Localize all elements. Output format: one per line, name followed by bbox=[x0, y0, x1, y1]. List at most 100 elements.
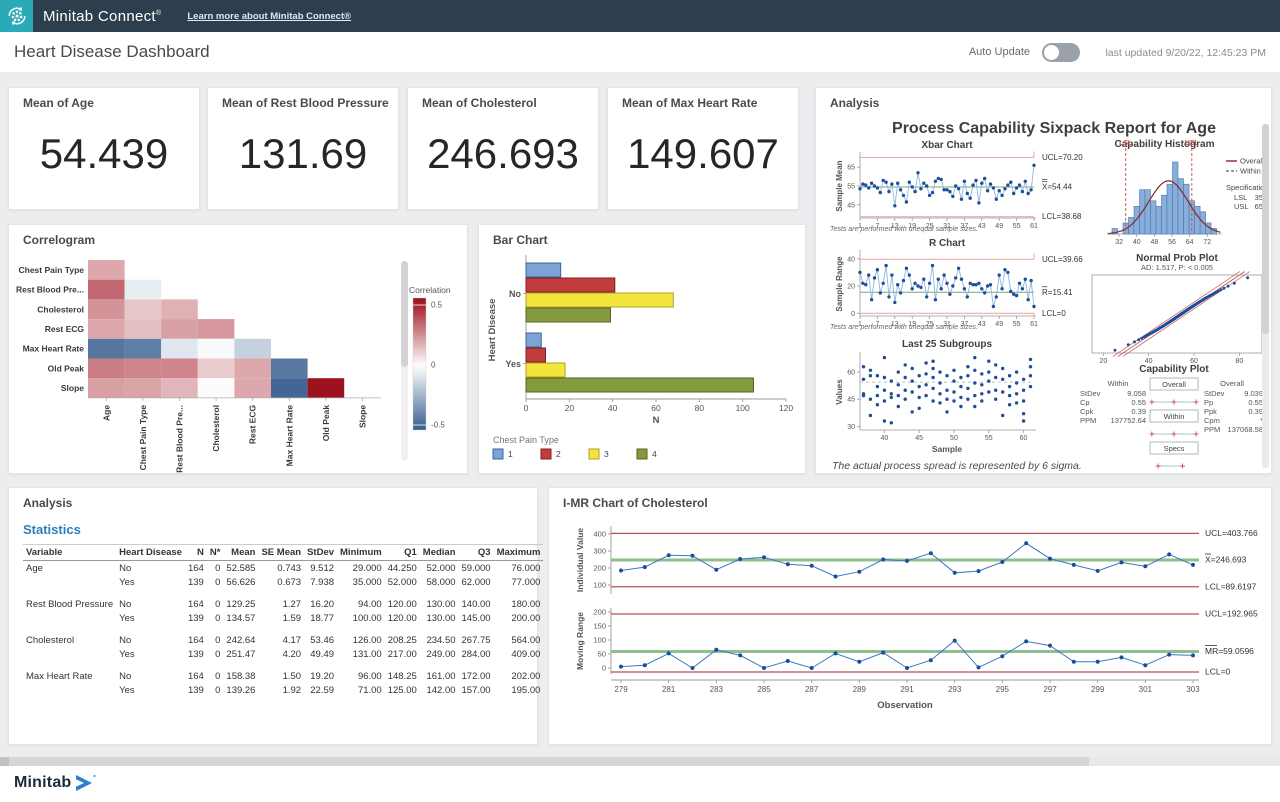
svg-text:R Chart: R Chart bbox=[929, 238, 966, 249]
svg-text:400: 400 bbox=[593, 530, 606, 539]
table-cell: Yes bbox=[116, 575, 185, 589]
correlogram-heatmap: Chest Pain TypeRest Blood Pre...Choleste… bbox=[9, 247, 465, 473]
svg-text:20: 20 bbox=[565, 403, 575, 413]
svg-text:Overall: Overall bbox=[1162, 380, 1186, 389]
svg-text:61: 61 bbox=[1030, 223, 1038, 230]
svg-text:45: 45 bbox=[847, 397, 855, 404]
table-cell: 16.20 bbox=[304, 597, 337, 611]
svg-text:StDev: StDev bbox=[1080, 389, 1101, 398]
auto-update-label: Auto Update bbox=[969, 46, 1030, 58]
column-header: N* bbox=[207, 545, 224, 561]
sync-gear-icon bbox=[6, 5, 28, 27]
svg-text:281: 281 bbox=[662, 685, 676, 694]
svg-text:Capability Plot: Capability Plot bbox=[1139, 364, 1209, 375]
minitab-footer-logo[interactable]: Minitab bbox=[14, 774, 99, 792]
table-cell: 139 bbox=[185, 611, 207, 625]
svg-text:LSL: LSL bbox=[1234, 193, 1247, 202]
scrollbar-thumb[interactable] bbox=[9, 757, 1089, 766]
last-updated-text: last updated 9/20/22, 12:45:23 PM bbox=[1105, 47, 1266, 59]
svg-text:50: 50 bbox=[598, 650, 606, 659]
svg-text:303: 303 bbox=[1186, 685, 1200, 694]
table-cell: 164 bbox=[185, 633, 207, 647]
svg-text:0.39: 0.39 bbox=[1248, 407, 1263, 416]
svg-text:Ppk: Ppk bbox=[1204, 407, 1217, 416]
svg-text:LSL: LSL bbox=[1119, 140, 1133, 147]
svg-text:0: 0 bbox=[602, 664, 606, 673]
scrollbar-thumb[interactable] bbox=[1262, 124, 1269, 334]
top-app-bar: Minitab Connect® Learn more about Minita… bbox=[0, 0, 1280, 32]
svg-text:Rest ECG: Rest ECG bbox=[45, 324, 85, 334]
svg-text:Slope: Slope bbox=[358, 405, 368, 428]
table-cell: 251.47 bbox=[223, 647, 258, 661]
page-footer: Minitab bbox=[0, 766, 1280, 802]
table-cell: 208.25 bbox=[385, 633, 420, 647]
table-cell: 234.50 bbox=[420, 633, 459, 647]
table-cell: Yes bbox=[116, 683, 185, 697]
svg-text:20: 20 bbox=[1099, 358, 1107, 365]
svg-text:55: 55 bbox=[1013, 223, 1021, 230]
svg-text:Slope: Slope bbox=[61, 383, 84, 393]
imr-chart-card: I-MR Chart of Cholesterol Individual Val… bbox=[548, 487, 1272, 745]
column-header: Heart Disease bbox=[116, 545, 185, 561]
svg-text:Within: Within bbox=[1164, 412, 1185, 421]
svg-text:55: 55 bbox=[847, 184, 855, 191]
table-cell: 71.00 bbox=[337, 683, 385, 697]
table-cell: 9.512 bbox=[304, 561, 337, 576]
table-cell: 29.000 bbox=[337, 561, 385, 576]
learn-more-link[interactable]: Learn more about Minitab Connect® bbox=[187, 11, 351, 22]
statistics-table: VariableHeart DiseaseNN*MeanSE MeanStDev… bbox=[23, 544, 543, 697]
horizontal-scrollbar[interactable] bbox=[0, 757, 1280, 766]
table-cell: 130.00 bbox=[420, 597, 459, 611]
table-cell: 120.00 bbox=[385, 611, 420, 625]
table-cell: 94.00 bbox=[337, 597, 385, 611]
auto-update-toggle[interactable] bbox=[1042, 43, 1080, 62]
svg-text:R=15.41: R=15.41 bbox=[1042, 288, 1073, 297]
svg-text:The actual process spread is r: The actual process spread is represented… bbox=[832, 460, 1082, 472]
table-cell: 19.20 bbox=[304, 669, 337, 683]
table-row: CholesterolNo1640242.644.1753.46126.0020… bbox=[23, 633, 543, 647]
table-cell: 18.77 bbox=[304, 611, 337, 625]
table-cell: 242.64 bbox=[223, 633, 258, 647]
svg-text:PPM: PPM bbox=[1204, 425, 1220, 434]
sixpack-scrollbar[interactable] bbox=[1262, 124, 1269, 468]
svg-text:0.55: 0.55 bbox=[1131, 398, 1146, 407]
svg-text:65: 65 bbox=[847, 165, 855, 172]
kpi-value: 54.439 bbox=[9, 130, 199, 178]
svg-text:55: 55 bbox=[1013, 321, 1021, 328]
table-cell: 0 bbox=[207, 669, 224, 683]
sixpack-report-chart: Process Capability Sixpack Report for Ag… bbox=[822, 114, 1265, 472]
svg-text:40: 40 bbox=[1133, 239, 1141, 246]
svg-text:285: 285 bbox=[757, 685, 771, 694]
scroll-left-button[interactable] bbox=[0, 757, 9, 766]
svg-text:137752.64: 137752.64 bbox=[1111, 416, 1146, 425]
kpi-value: 246.693 bbox=[408, 130, 598, 178]
svg-text:Cpk: Cpk bbox=[1080, 407, 1094, 416]
kpi-value: 131.69 bbox=[208, 130, 398, 178]
table-cell: 1.27 bbox=[258, 597, 304, 611]
table-cell: 52.585 bbox=[223, 561, 258, 576]
svg-text:120: 120 bbox=[779, 403, 793, 413]
svg-text:295: 295 bbox=[996, 685, 1010, 694]
table-cell: 52.000 bbox=[420, 561, 459, 576]
table-header-row: VariableHeart DiseaseNN*MeanSE MeanStDev… bbox=[23, 545, 543, 561]
minitab-connect-logo[interactable] bbox=[0, 0, 33, 32]
svg-text:0: 0 bbox=[524, 403, 529, 413]
svg-text:301: 301 bbox=[1139, 685, 1153, 694]
table-row: AgeNo164052.5850.7439.51229.00044.25052.… bbox=[23, 561, 543, 576]
analysis-statistics-card: Analysis Statistics VariableHeart Diseas… bbox=[8, 487, 538, 745]
table-cell: 49.49 bbox=[304, 647, 337, 661]
table-cell: 157.00 bbox=[459, 683, 494, 697]
column-header: Mean bbox=[223, 545, 258, 561]
table-cell: 76.000 bbox=[494, 561, 544, 576]
table-cell: Yes bbox=[116, 611, 185, 625]
statistics-heading: Statistics bbox=[23, 522, 81, 537]
table-cell: No bbox=[116, 561, 185, 576]
table-cell: 130.00 bbox=[420, 611, 459, 625]
table-cell: 120.00 bbox=[385, 597, 420, 611]
table-cell: 100.00 bbox=[337, 611, 385, 625]
svg-text:100: 100 bbox=[593, 636, 606, 645]
svg-text:Chest Pain Type: Chest Pain Type bbox=[493, 435, 559, 445]
kpi-value: 149.607 bbox=[608, 130, 798, 178]
svg-text:Rest Blood Pre...: Rest Blood Pre... bbox=[175, 405, 185, 473]
panel-title: Correlogram bbox=[23, 233, 95, 247]
